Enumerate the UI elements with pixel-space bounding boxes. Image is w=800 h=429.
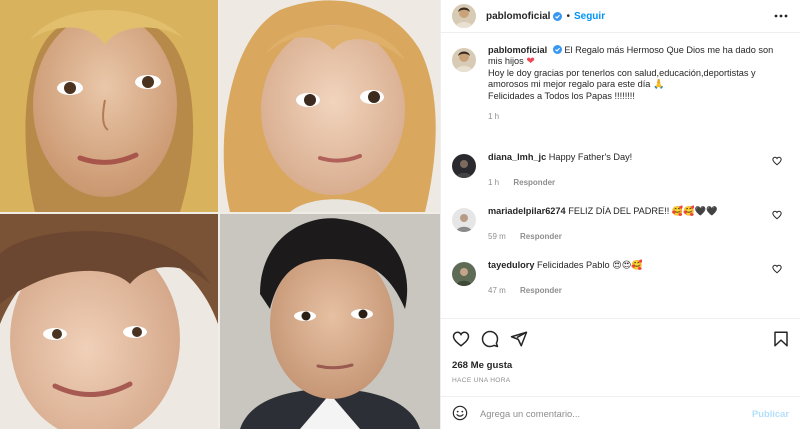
reply-button[interactable]: Responder	[520, 232, 562, 241]
post-caption: pablomoficial El Regalo más Hermoso Que …	[452, 45, 792, 122]
comment-text: FELIZ DÍA DEL PADRE!!	[568, 206, 670, 216]
caption-line-2: Hoy le doy gracias por tenerlos con salu…	[488, 67, 756, 90]
comment-item: mariadelpilar6274 FELIZ DÍA DEL PADRE!! …	[452, 206, 792, 243]
photo-child-1	[0, 0, 218, 212]
photo-child-3	[0, 214, 218, 429]
comment-emojis: 🥰🥰🖤🖤	[671, 206, 718, 216]
photo-child-4	[220, 214, 440, 429]
comment-username[interactable]: diana_lmh_jc	[488, 152, 546, 162]
paper-plane-icon[interactable]	[510, 330, 528, 348]
caption-text: pablomoficial El Regalo más Hermoso Que …	[488, 45, 788, 122]
post-timestamp[interactable]: HACE UNA HORA	[452, 377, 511, 384]
comment-text: Felicidades Pablo	[537, 260, 610, 270]
commenter-avatar[interactable]	[452, 208, 476, 232]
commenter-avatar[interactable]	[452, 262, 476, 286]
post-details-panel: pablomoficial • Seguir pablomoficial El …	[440, 0, 800, 429]
publish-button[interactable]: Publicar	[752, 408, 789, 419]
add-comment-bar: Publicar	[441, 396, 800, 429]
post-photo-collage[interactable]	[0, 0, 440, 429]
comment-bubble-icon[interactable]	[481, 330, 499, 348]
red-heart-emoji: ❤	[526, 56, 535, 68]
caption-avatar[interactable]	[452, 48, 476, 72]
heart-outline-icon[interactable]	[772, 210, 782, 220]
reply-button[interactable]: Responder	[513, 178, 555, 187]
verified-badge-icon	[552, 45, 562, 54]
comment-time: 47 m	[488, 286, 506, 296]
comment-time: 59 m	[488, 232, 506, 242]
reply-button[interactable]: Responder	[520, 286, 562, 295]
comment-emojis: 😍😍🥰	[612, 260, 643, 270]
author-username[interactable]: pablomoficial	[486, 11, 550, 22]
header-separator: •	[566, 10, 570, 22]
heart-outline-icon[interactable]	[772, 264, 782, 274]
heart-outline-icon[interactable]	[772, 156, 782, 166]
comment-time: 1 h	[488, 178, 500, 188]
comment-text: Happy Father's Day!	[548, 152, 633, 162]
comment-item: tayedulory Felicidades Pablo 😍😍🥰 47 m Re…	[452, 260, 792, 297]
photo-child-2	[220, 0, 440, 212]
commenter-avatar[interactable]	[452, 154, 476, 178]
verified-badge-icon	[553, 11, 563, 21]
author-avatar[interactable]	[452, 4, 476, 28]
caption-line-3: Felicidades a Todos los Papas !!!!!!!!	[488, 90, 635, 101]
likes-count[interactable]: 268 Me gusta	[452, 360, 512, 371]
more-options-icon[interactable]	[774, 10, 788, 22]
follow-button[interactable]: Seguir	[574, 11, 605, 22]
praying-hands-emoji: 🙏	[652, 79, 665, 90]
caption-username[interactable]: pablomoficial	[488, 45, 547, 55]
post-header: pablomoficial • Seguir	[441, 0, 800, 33]
caption-time[interactable]: 1 h	[488, 111, 788, 122]
comment-item: diana_lmh_jc Happy Father's Day! 1 h Res…	[452, 152, 792, 189]
smiley-icon[interactable]	[452, 405, 468, 421]
comment-username[interactable]: tayedulory	[488, 260, 534, 270]
comment-input[interactable]	[480, 407, 730, 419]
instagram-post: pablomoficial • Seguir pablomoficial El …	[0, 0, 800, 429]
heart-outline-icon[interactable]	[452, 330, 470, 348]
bookmark-icon[interactable]	[772, 330, 790, 348]
comment-username[interactable]: mariadelpilar6274	[488, 206, 566, 216]
